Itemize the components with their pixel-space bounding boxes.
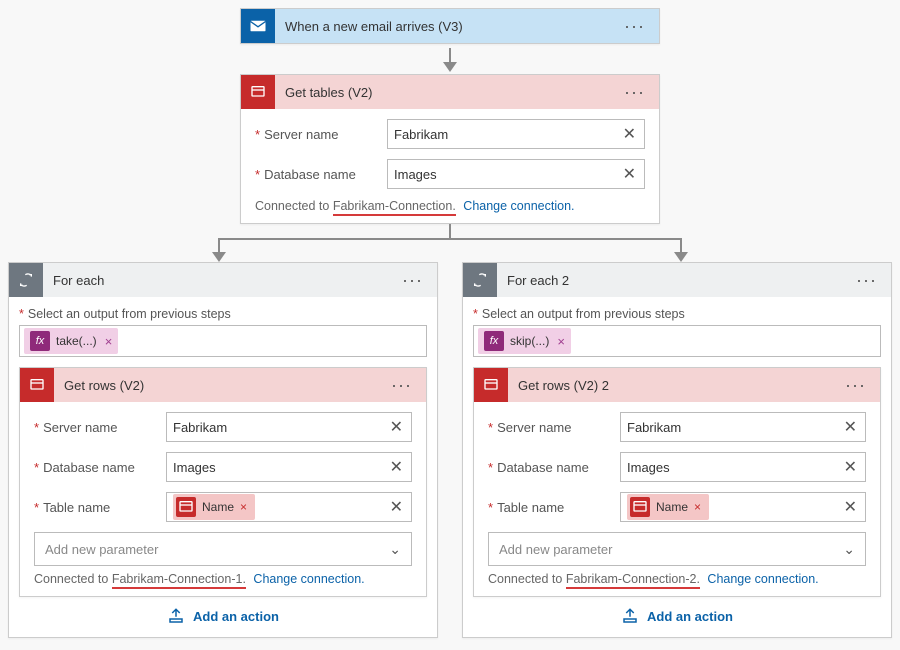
trigger-header[interactable]: When a new email arrives (V3) ··· — [241, 9, 659, 43]
connection-info: Connected to Fabrikam-Connection-1. Chan… — [34, 572, 412, 586]
dynamic-token[interactable]: Name × — [173, 494, 255, 520]
pill-remove-icon[interactable]: × — [557, 334, 565, 349]
connection-info: Connected to Fabrikam-Connection-2. Chan… — [488, 572, 866, 586]
get-rows-2-title: Get rows (V2) 2 — [518, 378, 839, 393]
expression-pill[interactable]: fx take(...) × — [24, 328, 118, 354]
get-rows-2-header[interactable]: Get rows (V2) 2 ··· — [474, 368, 880, 402]
trigger-title: When a new email arrives (V3) — [285, 19, 618, 34]
clear-icon[interactable]: ✕ — [621, 124, 638, 144]
dynamic-token[interactable]: Name × — [627, 494, 709, 520]
sql-icon — [20, 368, 54, 402]
outlook-icon — [241, 9, 275, 43]
server-name-input[interactable]: Fabrikam ✕ — [620, 412, 866, 442]
get-tables-body: *Server name Fabrikam ✕ *Database name I… — [241, 109, 659, 223]
get-tables-menu-icon[interactable]: ··· — [618, 82, 651, 103]
loop-icon — [463, 263, 497, 297]
database-name-input[interactable]: Images ✕ — [166, 452, 412, 482]
table-name-input[interactable]: Name × ✕ — [166, 492, 412, 522]
fx-icon: fx — [484, 331, 504, 351]
get-rows-1-menu-icon[interactable]: ··· — [385, 375, 418, 396]
database-name-input[interactable]: Images ✕ — [620, 452, 866, 482]
database-name-input[interactable]: Images ✕ — [387, 159, 645, 189]
get-tables-header[interactable]: Get tables (V2) ··· — [241, 75, 659, 109]
table-name-label: *Table name — [488, 500, 612, 515]
get-rows-2-menu-icon[interactable]: ··· — [839, 375, 872, 396]
server-name-label: *Server name — [255, 127, 379, 142]
get-rows-1-card[interactable]: Get rows (V2) ··· *Server name Fabrikam … — [19, 367, 427, 597]
prev-steps-label: *Select an output from previous steps — [473, 307, 881, 321]
branch-connector — [8, 224, 892, 262]
for-each-1-header[interactable]: For each ··· — [9, 263, 437, 297]
clear-icon[interactable]: ✕ — [388, 457, 405, 477]
token-remove-icon[interactable]: × — [240, 500, 247, 514]
add-action-button[interactable]: Add an action — [473, 597, 881, 625]
sql-icon — [241, 75, 275, 109]
add-parameter-dropdown[interactable]: Add new parameter ⌄ — [488, 532, 866, 566]
connection-name: Fabrikam-Connection. — [333, 199, 456, 216]
change-connection-link[interactable]: Change connection. — [707, 572, 818, 586]
for-each-1-title: For each — [53, 273, 396, 288]
get-rows-1-title: Get rows (V2) — [64, 378, 385, 393]
for-each-1-menu-icon[interactable]: ··· — [396, 270, 429, 291]
server-name-input[interactable]: Fabrikam ✕ — [166, 412, 412, 442]
chevron-down-icon: ⌄ — [843, 541, 855, 558]
get-rows-2-card[interactable]: Get rows (V2) 2 ··· *Server name Fabrika… — [473, 367, 881, 597]
add-parameter-dropdown[interactable]: Add new parameter ⌄ — [34, 532, 412, 566]
for-each-2-header[interactable]: For each 2 ··· — [463, 263, 891, 297]
trigger-menu-icon[interactable]: ··· — [618, 16, 651, 37]
pill-remove-icon[interactable]: × — [105, 334, 113, 349]
database-name-label: *Database name — [488, 460, 612, 475]
fx-icon: fx — [30, 331, 50, 351]
clear-icon[interactable]: ✕ — [388, 417, 405, 437]
sql-icon — [176, 497, 196, 517]
prev-steps-input[interactable]: fx take(...) × — [19, 325, 427, 357]
server-name-label: *Server name — [34, 420, 158, 435]
database-name-label: *Database name — [255, 167, 379, 182]
expression-pill[interactable]: fx skip(...) × — [478, 328, 571, 354]
add-action-icon — [621, 607, 639, 625]
change-connection-link[interactable]: Change connection. — [463, 199, 574, 213]
get-tables-card[interactable]: Get tables (V2) ··· *Server name Fabrika… — [240, 74, 660, 224]
trigger-card[interactable]: When a new email arrives (V3) ··· — [240, 8, 660, 44]
flow-canvas: When a new email arrives (V3) ··· Get ta… — [8, 8, 892, 638]
database-name-label: *Database name — [34, 460, 158, 475]
token-remove-icon[interactable]: × — [694, 500, 701, 514]
sql-icon — [474, 368, 508, 402]
chevron-down-icon: ⌄ — [389, 541, 401, 558]
change-connection-link[interactable]: Change connection. — [253, 572, 364, 586]
get-rows-1-header[interactable]: Get rows (V2) ··· — [20, 368, 426, 402]
server-name-input[interactable]: Fabrikam ✕ — [387, 119, 645, 149]
for-each-1-card[interactable]: For each ··· *Select an output from prev… — [8, 262, 438, 638]
connection-info: Connected to Fabrikam-Connection. Change… — [255, 199, 645, 213]
arrow-down-icon — [8, 48, 892, 72]
for-each-2-menu-icon[interactable]: ··· — [850, 270, 883, 291]
for-each-2-card[interactable]: For each 2 ··· *Select an output from pr… — [462, 262, 892, 638]
sql-icon — [630, 497, 650, 517]
server-name-label: *Server name — [488, 420, 612, 435]
table-name-label: *Table name — [34, 500, 158, 515]
add-action-icon — [167, 607, 185, 625]
table-name-input[interactable]: Name × ✕ — [620, 492, 866, 522]
clear-icon[interactable]: ✕ — [621, 164, 638, 184]
loop-icon — [9, 263, 43, 297]
get-tables-title: Get tables (V2) — [285, 85, 618, 100]
clear-icon[interactable]: ✕ — [842, 457, 859, 477]
prev-steps-input[interactable]: fx skip(...) × — [473, 325, 881, 357]
connection-name: Fabrikam-Connection-1. — [112, 572, 246, 589]
add-action-button[interactable]: Add an action — [19, 597, 427, 625]
connection-name: Fabrikam-Connection-2. — [566, 572, 700, 589]
for-each-2-title: For each 2 — [507, 273, 850, 288]
clear-icon[interactable]: ✕ — [842, 417, 859, 437]
prev-steps-label: *Select an output from previous steps — [19, 307, 427, 321]
clear-icon[interactable]: ✕ — [388, 497, 405, 517]
clear-icon[interactable]: ✕ — [842, 497, 859, 517]
